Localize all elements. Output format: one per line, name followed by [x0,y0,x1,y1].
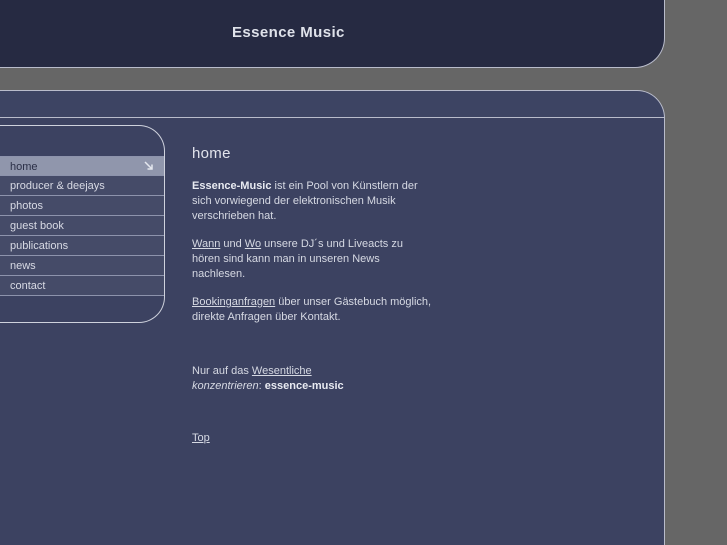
link-bookinganfragen[interactable]: Bookinganfragen [192,296,275,308]
sidebar-item-label: photos [10,200,44,212]
page-title: home [192,145,231,162]
header-bar: Essence Music [0,0,665,68]
brand-name: Essence-Music [192,180,272,192]
sidebar-item-label: home [10,161,38,173]
sidebar-item-label: contact [10,280,46,292]
main-content: home Essence-Music ist ein Pool von Küns… [192,146,432,446]
link-wann[interactable]: Wann [192,238,220,250]
paragraph-intro: Essence-Music ist ein Pool von Künstlern… [192,179,432,224]
paragraph-schedule: Wann und Wo unsere DJ´s und Liveacts zu … [192,237,432,282]
sidebar-item-contact[interactable]: contact [0,276,164,296]
sidebar-item-label: publications [10,240,69,252]
paragraph-booking: Bookinganfragen über unser Gästebuch mög… [192,295,432,325]
tagline: Nur auf das Wesentliche konzentrieren: es… [192,364,432,394]
sidebar-item-guest-book[interactable]: guest book [0,216,164,236]
arrow-down-right-icon [143,160,155,172]
link-wo[interactable]: Wo [245,238,261,250]
secondary-band [0,90,665,118]
tagline-italic: konzentrieren [192,380,259,392]
sidebar-item-home[interactable]: home [0,156,164,176]
sidebar-item-news[interactable]: news [0,256,164,276]
sidebar-item-label: producer & deejays [10,180,105,192]
sidebar-item-label: guest book [10,220,64,232]
top-link-container: Top [192,431,432,446]
site-title: Essence Music [232,24,345,41]
sidebar-nav: home producer & deejays photos guest boo… [0,156,164,296]
tagline-brand: essence-music [264,380,344,392]
page-root: Essence Music home producer & deejays ph… [0,0,727,545]
sidebar-item-label: news [10,260,36,272]
sidebar-item-photos[interactable]: photos [0,196,164,216]
sidebar-item-publications[interactable]: publications [0,236,164,256]
sidebar-item-producer-deejays[interactable]: producer & deejays [0,176,164,196]
tagline-prefix: Nur auf das [192,365,252,377]
link-wesentliche[interactable]: Wesentliche [252,365,312,377]
paragraph-schedule-conjunction: und [220,238,245,250]
top-link[interactable]: Top [192,432,210,444]
